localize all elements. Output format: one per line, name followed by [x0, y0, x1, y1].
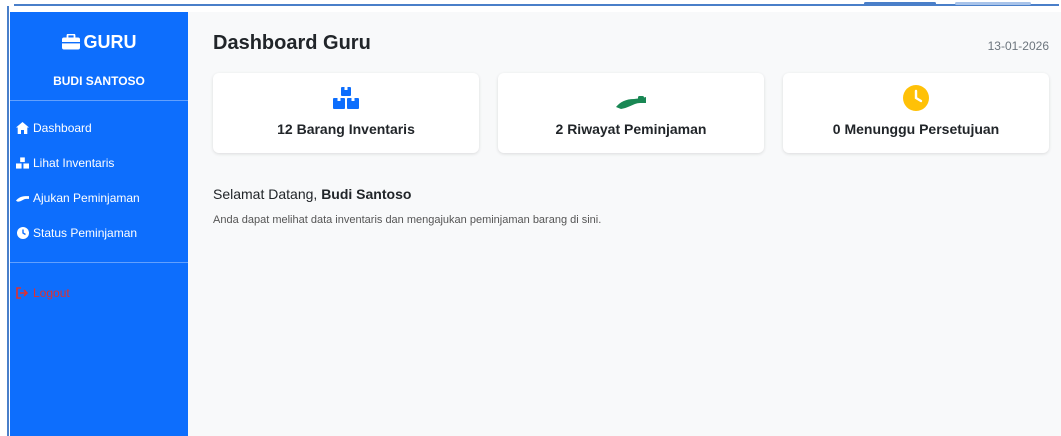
sidebar-item-status-peminjaman[interactable]: Status Peminjaman	[16, 223, 137, 243]
brand-label: GURU	[83, 32, 137, 52]
stat-card-riwayat: 2 Riwayat Peminjaman	[498, 73, 764, 153]
briefcase-icon	[61, 33, 80, 55]
page-title: Dashboard Guru	[213, 32, 371, 54]
window-frame-left	[0, 6, 10, 436]
window-frame-top	[0, 0, 1061, 6]
frame-edge	[7, 6, 9, 436]
welcome-greeting: Selamat Datang,	[213, 186, 318, 202]
sidebar: GURU BUDI SANTOSO Dashboard Lihat Invent…	[10, 12, 188, 436]
sidebar-username: BUDI SANTOSO	[53, 74, 145, 88]
hand-icon	[16, 192, 29, 205]
boxes-icon	[16, 157, 29, 170]
stat-card-label: 2 Riwayat Peminjaman	[555, 121, 707, 137]
logout-label: Logout	[33, 286, 70, 300]
logout-icon	[16, 287, 29, 300]
clock-icon	[783, 85, 1049, 111]
stat-card-label: 12 Barang Inventaris	[277, 121, 415, 137]
main-content: Dashboard Guru 13-01-2026 12 Barang Inve…	[188, 12, 1061, 436]
welcome-description: Anda dapat melihat data inventaris dan m…	[213, 214, 602, 226]
hand-icon	[498, 85, 764, 111]
sidebar-item-label: Dashboard	[33, 121, 92, 135]
boxes-icon	[213, 85, 479, 111]
sidebar-item-dashboard[interactable]: Dashboard	[16, 118, 92, 138]
sidebar-item-label: Status Peminjaman	[33, 226, 138, 240]
sidebar-brand: GURU	[10, 32, 188, 55]
sidebar-item-lihat-inventaris[interactable]: Lihat Inventaris	[16, 153, 114, 173]
frame-tab-indicator	[955, 2, 1031, 5]
stat-card-menunggu: 0 Menunggu Persetujuan	[783, 73, 1049, 153]
sidebar-item-ajukan-peminjaman[interactable]: Ajukan Peminjaman	[16, 188, 140, 208]
stat-card-label: 0 Menunggu Persetujuan	[832, 121, 1000, 137]
welcome-heading: Selamat Datang, Budi Santoso	[213, 186, 411, 202]
home-icon	[16, 122, 29, 135]
sidebar-item-label: Lihat Inventaris	[33, 156, 115, 170]
welcome-name: Budi Santoso	[321, 186, 412, 202]
current-date: 13-01-2026	[987, 39, 1049, 53]
sidebar-divider	[10, 100, 188, 101]
frame-tab-indicator	[864, 2, 936, 5]
sidebar-item-label: Ajukan Peminjaman	[33, 191, 140, 205]
clock-icon	[16, 227, 29, 240]
sidebar-divider	[10, 262, 188, 263]
logout-link[interactable]: Logout	[16, 283, 70, 303]
stat-card-inventaris: 12 Barang Inventaris	[213, 73, 479, 153]
